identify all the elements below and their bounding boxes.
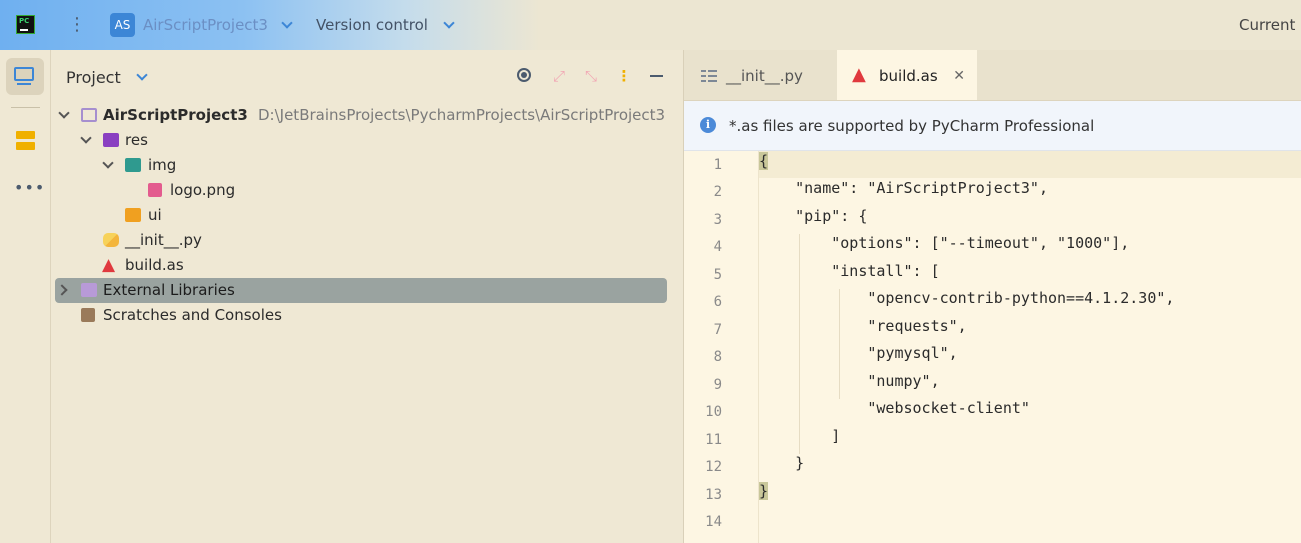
tree-row-scratches[interactable]: Scratches and Consoles — [51, 303, 683, 328]
code-line: ] — [759, 427, 841, 445]
code-line: { — [759, 152, 769, 179]
ui-folder-icon — [125, 208, 141, 222]
run-configuration-selector[interactable]: Current — [1239, 16, 1295, 34]
line-number: 14 — [705, 514, 722, 530]
tree-label: External Libraries — [103, 281, 235, 299]
pycharm-logo-icon[interactable]: PC — [16, 15, 35, 34]
tree-label: logo.png — [170, 181, 236, 199]
toolbar-separator — [11, 107, 40, 108]
line-number: 2 — [713, 184, 722, 200]
code-line: "name": "AirScriptProject3", — [759, 179, 1048, 197]
line-number: 9 — [713, 377, 722, 393]
line-number: 6 — [713, 294, 722, 310]
more-tools-icon[interactable]: ••• — [14, 178, 45, 197]
tab-label: __init__.py — [726, 67, 803, 85]
collapse-all-icon[interactable]: ⤡ — [582, 67, 600, 85]
code-line: "opencv-contrib-python==4.1.2.30", — [759, 289, 1175, 307]
line-number: 13 — [705, 487, 722, 503]
line-number: 1 — [713, 157, 722, 173]
tree-row-img[interactable]: img — [51, 153, 683, 178]
tree-label: build.as — [125, 256, 184, 274]
line-number: 12 — [705, 459, 722, 475]
line-number: 8 — [713, 349, 722, 365]
expand-arrow-icon[interactable] — [56, 284, 68, 296]
tree-row-res[interactable]: res — [51, 128, 683, 153]
project-view-icon-base — [17, 83, 31, 85]
line-number: 11 — [705, 432, 722, 448]
image-file-icon — [148, 183, 162, 197]
tree-row-project-root[interactable]: AirScriptProject3 D:\JetBrainsProjects\P… — [51, 103, 683, 128]
expand-arrow-icon[interactable] — [58, 107, 70, 119]
tab-build-as[interactable]: ▲ build.as ✕ — [837, 50, 977, 100]
chevron-down-icon[interactable] — [136, 69, 148, 81]
code-line: "options": ["--timeout", "1000"], — [759, 234, 1130, 252]
tool-window-bar: ••• — [0, 50, 51, 543]
matched-brace: } — [759, 482, 769, 500]
tree-label: Scratches and Consoles — [103, 306, 282, 324]
editor-pane: __init__.py ▲ build.as ✕ i *.as files ar… — [684, 50, 1301, 543]
expand-arrow-icon[interactable] — [80, 132, 92, 144]
options-icon[interactable]: ⋮ — [615, 67, 633, 85]
python-file-icon — [701, 69, 717, 83]
as-file-icon: ▲ — [102, 255, 116, 275]
line-number: 5 — [713, 267, 722, 283]
panel-title[interactable]: Project — [66, 68, 121, 87]
version-control-menu[interactable]: Version control — [316, 16, 428, 34]
project-switcher[interactable]: AirScriptProject3 — [143, 16, 268, 34]
locate-file-icon[interactable] — [516, 67, 534, 85]
code-line: } — [759, 482, 769, 509]
tree-label: __init__.py — [125, 231, 202, 249]
services-icon[interactable] — [16, 131, 35, 150]
tab-label: build.as — [879, 67, 938, 85]
line-number: 4 — [713, 239, 722, 255]
code-line: } — [759, 454, 805, 472]
tree-row-init-py[interactable]: __init__.py — [51, 228, 683, 253]
tab-init-py[interactable]: __init__.py — [684, 50, 836, 100]
banner-text: *.as files are supported by PyCharm Prof… — [729, 117, 1095, 135]
matched-brace: { — [759, 152, 769, 170]
tree-row-build-as[interactable]: ▲ build.as — [51, 253, 683, 278]
tree-label: res — [125, 131, 148, 149]
line-number: 7 — [713, 322, 722, 338]
tree-row-ui[interactable]: ui — [51, 203, 683, 228]
code-editor[interactable]: { "name": "AirScriptProject3", "pip": { … — [759, 151, 1301, 543]
image-folder-icon — [125, 158, 141, 172]
tree-label: ui — [148, 206, 162, 224]
code-line: "numpy", — [759, 372, 940, 390]
hide-panel-icon[interactable] — [648, 67, 666, 85]
notification-banner: i *.as files are supported by PyCharm Pr… — [684, 101, 1301, 151]
expand-all-icon[interactable]: ⤢ — [550, 67, 568, 85]
info-icon: i — [700, 117, 716, 133]
folder-icon — [81, 108, 97, 122]
tree-path: D:\JetBrainsProjects\PycharmProjects\Air… — [258, 106, 666, 124]
code-line: "requests", — [759, 317, 967, 335]
editor-tabs: __init__.py ▲ build.as ✕ — [684, 50, 1301, 101]
tree-label: AirScriptProject3 — [103, 106, 248, 124]
code-line: "install": [ — [759, 262, 940, 280]
library-icon — [81, 283, 97, 297]
resource-folder-icon — [103, 133, 119, 147]
code-line: "pip": { — [759, 207, 868, 225]
project-panel: Project ⤢ ⤡ ⋮ AirScriptProject3 D:\JetBr… — [51, 50, 684, 543]
code-line: "pymysql", — [759, 344, 958, 362]
scratches-icon — [81, 308, 95, 322]
close-icon[interactable]: ✕ — [953, 50, 965, 102]
as-file-icon: ▲ — [852, 64, 866, 85]
project-badge[interactable]: AS — [110, 13, 135, 37]
expand-arrow-icon[interactable] — [102, 157, 114, 169]
tree-row-logo-png[interactable]: logo.png — [51, 178, 683, 203]
line-number-gutter: 1 2 3 4 5 6 7 8 9 10 11 12 13 14 — [684, 151, 759, 543]
title-bar: PC ⋮ AS AirScriptProject3 Version contro… — [0, 0, 1301, 50]
line-number: 10 — [705, 404, 722, 420]
python-file-icon — [103, 233, 119, 247]
tree-label: img — [148, 156, 177, 174]
main-menu-icon[interactable]: ⋮ — [68, 14, 86, 36]
current-line-highlight — [759, 151, 1301, 178]
project-view-icon[interactable] — [14, 67, 34, 81]
line-number: 3 — [713, 212, 722, 228]
tree-row-external-libraries[interactable]: External Libraries — [55, 278, 667, 303]
code-line: "websocket-client" — [759, 399, 1030, 417]
